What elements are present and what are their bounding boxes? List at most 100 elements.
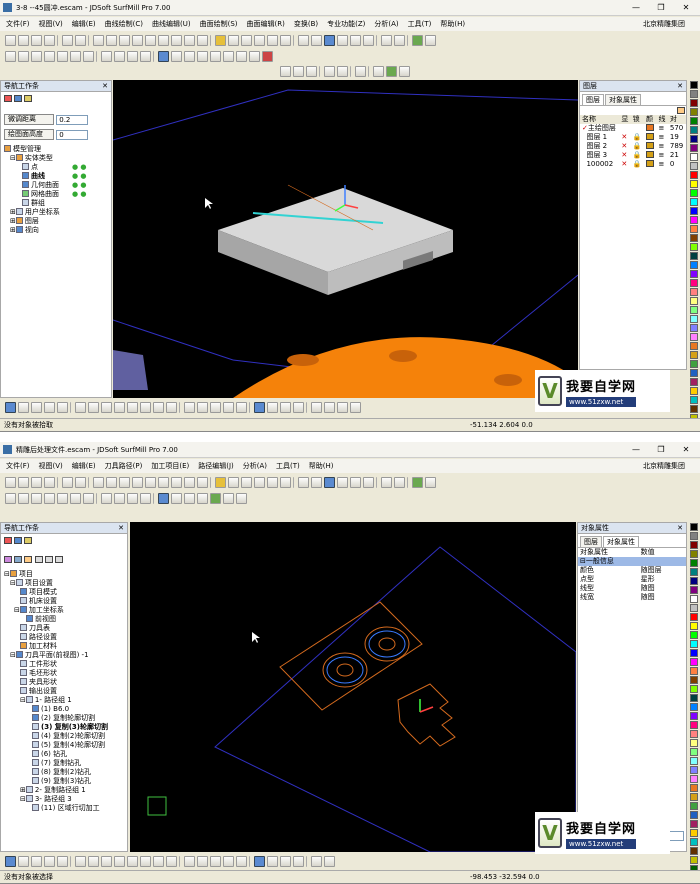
layer-color-swatch[interactable] [646,133,654,140]
rect-icon[interactable] [101,51,112,62]
palette-swatch[interactable] [690,306,698,314]
display-icon[interactable] [184,856,195,867]
offset-icon[interactable] [184,51,195,62]
lasso-icon[interactable] [31,402,42,413]
tree-item[interactable]: (7) 复制钻孔 [4,759,124,768]
prop-group-row[interactable]: ⊟一般信息 [578,557,686,566]
hand-icon[interactable] [350,402,361,413]
fine-dist-button[interactable]: 微调距离 [4,114,54,125]
tree-item[interactable]: (2) 复制轮廓切割 [4,714,124,723]
text-icon[interactable] [127,51,138,62]
palette-swatch[interactable] [690,730,698,738]
palette-swatch[interactable] [690,532,698,540]
select-icon[interactable] [412,35,423,46]
new-icon[interactable] [5,477,16,488]
fillet-icon[interactable] [197,51,208,62]
slot-icon[interactable] [114,493,125,504]
rotate-icon[interactable] [171,477,182,488]
menu-tools[interactable]: 工具(T) [276,461,300,471]
tree-item[interactable]: 毛坯形状 [4,669,124,678]
palette-swatch[interactable] [690,153,698,161]
palette-swatch[interactable] [690,117,698,125]
palette-swatch[interactable] [690,586,698,594]
extend-icon[interactable] [171,493,182,504]
layer-icon[interactable] [381,477,392,488]
close-icon[interactable]: ✕ [680,2,692,13]
snap2-icon[interactable] [293,66,304,77]
wire-icon[interactable] [210,402,221,413]
display-icon[interactable] [184,402,195,413]
zoom-icon[interactable] [145,477,156,488]
palette-swatch[interactable] [690,171,698,179]
palette-swatch[interactable] [690,766,698,774]
view-height-button[interactable]: 绘图面高度 [4,129,54,140]
tree-item[interactable]: 群组 [4,199,108,208]
palette-swatch[interactable] [690,279,698,287]
chain-icon[interactable] [44,856,55,867]
tool-icon[interactable] [44,556,53,563]
cplane-icon[interactable] [254,856,265,867]
zoom-window-icon[interactable] [197,477,208,488]
palette-swatch[interactable] [690,207,698,215]
tree-item[interactable]: ⊞ 用户坐标系 [4,208,108,217]
snap-int-icon[interactable] [114,856,125,867]
menu-surface-edit[interactable]: 曲面编辑(R) [247,19,285,29]
palette-swatch[interactable] [690,324,698,332]
palette-swatch[interactable] [690,351,698,359]
menu-help[interactable]: 帮助(H) [309,461,334,471]
palette-swatch[interactable] [690,315,698,323]
tree-item[interactable]: 项目模式 [4,588,124,597]
palette-swatch[interactable] [690,189,698,197]
menu-file[interactable]: 文件(F) [6,19,30,29]
visible-icon[interactable]: ● ● [72,190,86,199]
tree-item[interactable]: 机床设置 [4,597,124,606]
tool-icon[interactable] [14,556,23,563]
snap-icon[interactable] [324,35,335,46]
palette-swatch[interactable] [690,820,698,828]
palette-swatch[interactable] [690,694,698,702]
spline-icon[interactable] [83,51,94,62]
palette-swatch[interactable] [690,216,698,224]
tree-item[interactable]: 曲线 ● ● [4,172,108,181]
view-cube-icon[interactable] [280,35,291,46]
line-icon[interactable] [5,493,16,504]
snap-perp-icon[interactable] [127,856,138,867]
menu-view[interactable]: 视图(V) [39,461,63,471]
nav-tab-1-icon[interactable] [4,95,12,102]
palette-swatch[interactable] [690,559,698,567]
palette-swatch[interactable] [690,856,698,864]
palette-swatch[interactable] [690,162,698,170]
view-side-icon[interactable] [267,35,278,46]
palette-swatch[interactable] [690,568,698,576]
layer-color-swatch[interactable] [646,160,654,167]
slot-icon[interactable] [114,51,125,62]
palette-swatch[interactable] [690,541,698,549]
arrow-back-icon[interactable] [337,402,348,413]
polar-icon[interactable] [280,402,291,413]
view-front-icon[interactable] [241,477,252,488]
palette-swatch[interactable] [690,802,698,810]
rect-icon[interactable] [101,493,112,504]
palette-swatch[interactable] [690,126,698,134]
palette-swatch[interactable] [690,550,698,558]
polyline-icon[interactable] [18,493,29,504]
spline-icon[interactable] [83,493,94,504]
snap-near-icon[interactable] [153,856,164,867]
point-icon[interactable] [355,66,366,77]
viewport-3d[interactable] [113,80,578,398]
circle-icon[interactable] [337,35,348,46]
snap-end-icon[interactable] [75,856,86,867]
menu-toolpath[interactable]: 刀具路径(P) [105,461,143,471]
palette-swatch[interactable] [690,270,698,278]
visible-icon[interactable]: ● ● [72,181,86,190]
box-icon[interactable] [280,66,291,77]
menu-view[interactable]: 视图(V) [39,19,63,29]
cplane-icon[interactable] [254,402,265,413]
palette-swatch[interactable] [690,604,698,612]
palette-swatch[interactable] [690,252,698,260]
hidden-icon[interactable] [223,402,234,413]
select-arrow-icon[interactable] [5,402,16,413]
palette-swatch[interactable] [690,396,698,404]
palette-swatch[interactable] [690,523,698,531]
snap-tan-icon[interactable] [140,856,151,867]
